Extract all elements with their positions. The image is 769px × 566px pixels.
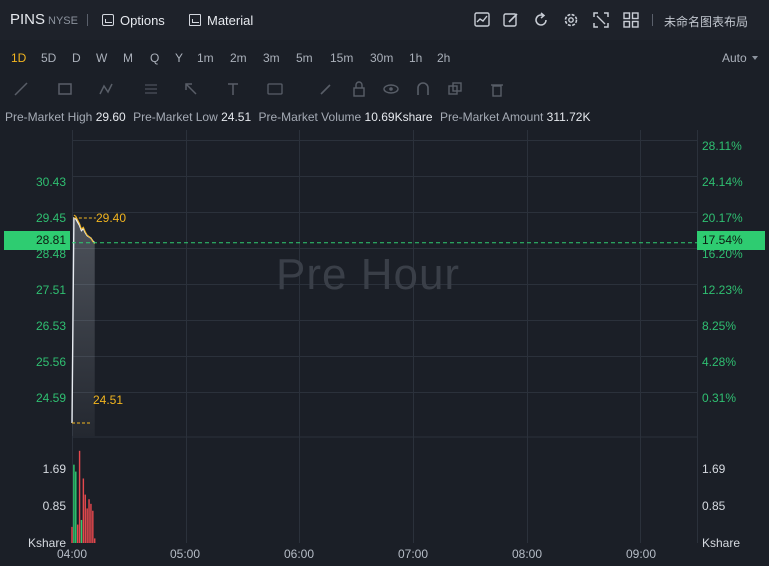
time-tick: 04:00	[57, 547, 88, 561]
volume-bar	[94, 538, 96, 543]
pct-tick: 8.25%	[702, 319, 737, 333]
volume-bar	[92, 510, 94, 543]
time-tick: 09:00	[626, 547, 657, 561]
volume-bar	[75, 471, 77, 543]
pct-tick: 0.31%	[702, 391, 737, 405]
volume-bar	[86, 508, 88, 543]
volume-bar	[78, 450, 81, 543]
volume-bar	[73, 464, 75, 543]
pct-tick: 28.11%	[702, 139, 742, 153]
watermark: Pre Hour	[276, 250, 461, 299]
pct-tick: 4.28%	[702, 355, 737, 369]
time-tick: 06:00	[284, 547, 315, 561]
current-price-tag: 28.81	[4, 231, 70, 250]
chart-grid	[72, 130, 698, 543]
volume-tick: 0.85	[702, 499, 726, 513]
volume-bar	[88, 499, 90, 543]
volume-bar	[90, 503, 92, 543]
pct-tick: 24.14%	[702, 175, 743, 189]
volume-tick: 1.69	[702, 462, 726, 476]
price-tick: 24.59	[35, 391, 66, 405]
volume-bar	[71, 526, 73, 543]
time-tick: 08:00	[512, 547, 543, 561]
volume-bar	[76, 524, 79, 543]
time-tick: 07:00	[398, 547, 429, 561]
low-marker-label: 24.51	[93, 393, 124, 407]
volume-bar	[84, 494, 86, 543]
price-area-fill	[72, 218, 95, 436]
pct-tick: 20.17%	[702, 211, 743, 225]
price-area	[72, 218, 95, 436]
pct-tick: 12.23%	[702, 283, 743, 297]
high-marker-label: 29.40	[96, 211, 127, 225]
time-tick: 05:00	[170, 547, 201, 561]
price-tick: 29.45	[35, 211, 66, 225]
volume-bar	[80, 519, 83, 543]
volume-tick: 0.85	[42, 499, 66, 513]
volume-tick: 1.69	[42, 462, 66, 476]
price-tick: 26.53	[35, 319, 66, 333]
price-tick: 25.56	[35, 355, 66, 369]
price-tick: 30.43	[35, 175, 66, 189]
volume-unit: Kshare	[702, 536, 741, 550]
volume-bars	[71, 450, 96, 543]
volume-bar	[82, 478, 85, 543]
price-tick: 27.51	[35, 283, 66, 297]
current-pct-tag: 17.54%	[697, 231, 765, 250]
